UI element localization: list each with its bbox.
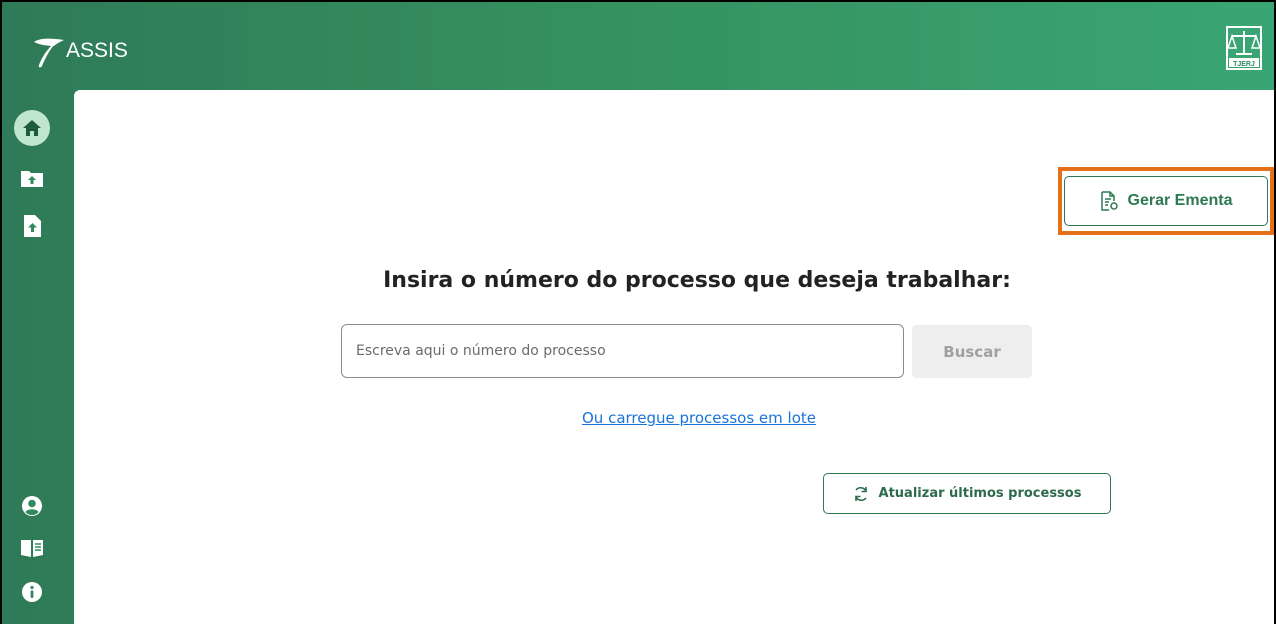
process-number-input[interactable] <box>341 324 904 378</box>
sidebar-item-home[interactable] <box>14 110 50 146</box>
refresh-icon <box>854 486 867 501</box>
tjerj-seal-text: TJERJ <box>1233 61 1255 68</box>
assis-logo-icon <box>34 38 64 68</box>
top-header: ASSIS TJERJ <box>2 2 1274 90</box>
app-name: ASSIS <box>66 39 128 62</box>
atualizar-label: Atualizar últimos processos <box>878 486 1082 501</box>
main-content: Gerar Ementa Insira o número do processo… <box>74 90 1274 624</box>
file-upload-icon <box>24 215 41 237</box>
batch-upload-link[interactable]: Ou carregue processos em lote <box>74 409 1274 427</box>
buscar-button[interactable]: Buscar <box>912 325 1032 378</box>
sidebar-item-profile[interactable] <box>14 488 50 524</box>
folder-upload-icon <box>21 171 43 187</box>
tjerj-seal-icon: TJERJ <box>1226 26 1262 70</box>
home-icon <box>23 120 41 136</box>
atualizar-processos-button[interactable]: Atualizar últimos processos <box>823 473 1111 514</box>
page-title: Insira o número do processo que deseja t… <box>383 268 1011 293</box>
info-icon <box>22 582 42 602</box>
app-window: ASSIS TJERJ Gerar Ementa Insira o número… <box>2 2 1274 624</box>
app-logo[interactable]: ASSIS <box>30 32 128 70</box>
gerar-ementa-button[interactable]: Gerar Ementa <box>1064 176 1268 226</box>
user-circle-icon <box>22 496 42 516</box>
sidebar-item-info[interactable] <box>14 574 50 610</box>
sidebar-item-upload-folder[interactable] <box>14 160 50 196</box>
sidebar-item-manual[interactable] <box>14 530 50 566</box>
document-edit-icon <box>1100 191 1118 211</box>
gerar-ementa-label: Gerar Ementa <box>1127 192 1233 209</box>
sidebar-item-upload-file[interactable] <box>14 208 50 244</box>
sidebar <box>2 90 74 624</box>
book-icon <box>21 540 43 557</box>
